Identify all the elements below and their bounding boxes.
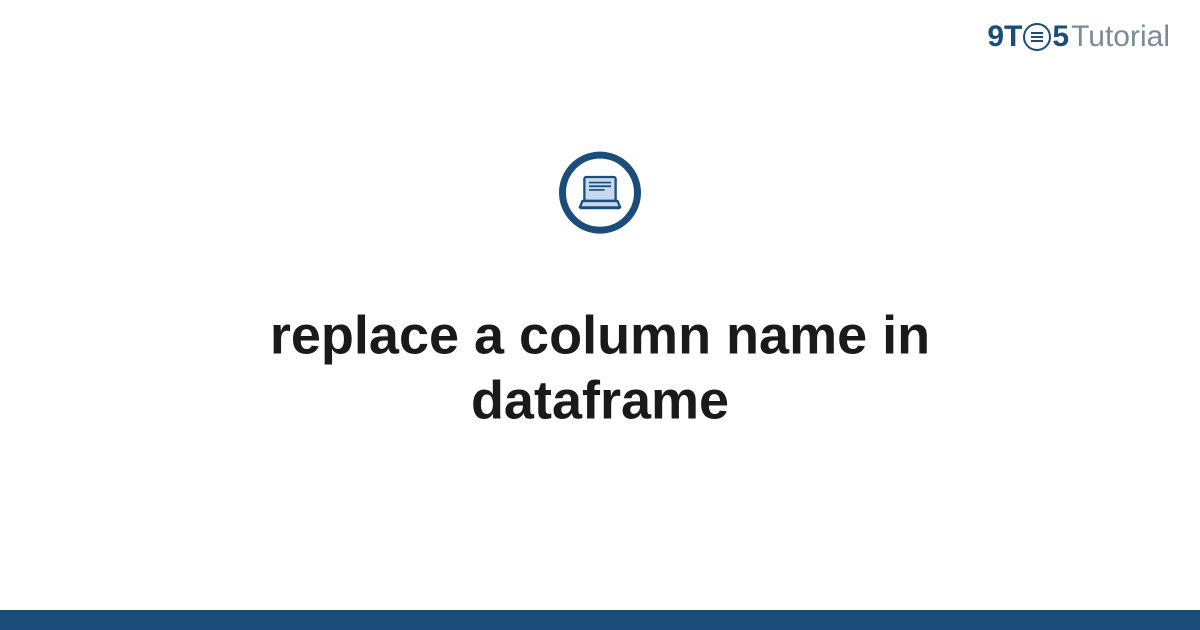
laptop-icon	[577, 173, 623, 213]
footer-bar	[0, 610, 1200, 630]
page-title: replace a column name in dataframe	[150, 304, 1050, 434]
logo-text-9t: 9T	[987, 20, 1022, 54]
main-content: replace a column name in dataframe	[0, 152, 1200, 434]
logo-circle-icon	[1023, 23, 1051, 51]
logo-text-5: 5	[1052, 20, 1069, 54]
logo-text-tutorial: Tutorial	[1071, 20, 1170, 54]
laptop-icon-circle	[559, 152, 641, 234]
site-logo: 9T 5 Tutorial	[987, 20, 1170, 54]
